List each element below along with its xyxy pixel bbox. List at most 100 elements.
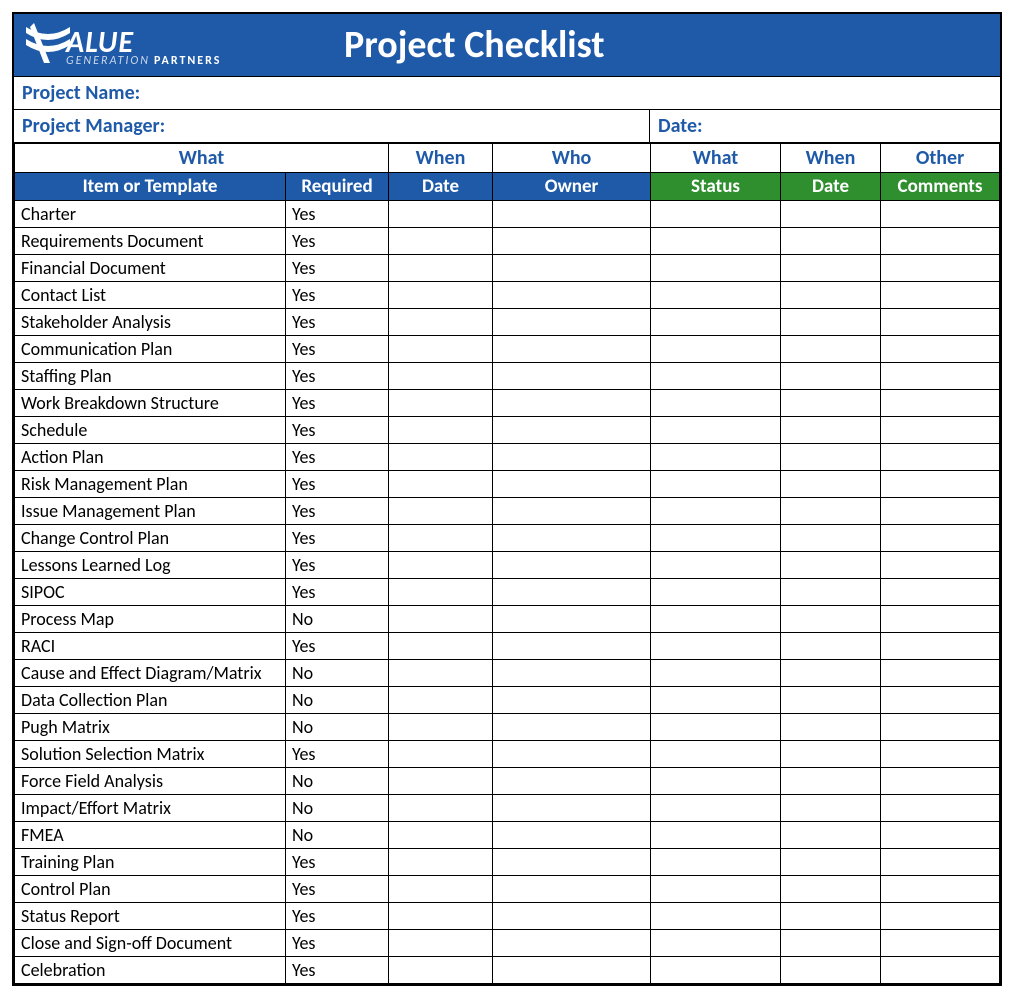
cell-date2 xyxy=(781,498,881,525)
cell-item: Contact List xyxy=(15,282,286,309)
table-row: Requirements DocumentYes xyxy=(15,228,1000,255)
cell-comments xyxy=(881,822,1000,849)
cell-owner xyxy=(493,714,651,741)
cell-required: Yes xyxy=(286,633,389,660)
brand-bottom1: GENERATION xyxy=(66,56,150,67)
cell-date1 xyxy=(389,498,493,525)
group-other: Other xyxy=(881,144,1000,173)
cell-date2 xyxy=(781,525,881,552)
cell-date2 xyxy=(781,282,881,309)
cell-required: Yes xyxy=(286,417,389,444)
cell-date1 xyxy=(389,741,493,768)
table-row: Force Field AnalysisNo xyxy=(15,768,1000,795)
cell-status xyxy=(651,930,781,957)
cell-date1 xyxy=(389,309,493,336)
cell-status xyxy=(651,255,781,282)
table-row: Solution Selection MatrixYes xyxy=(15,741,1000,768)
cell-comments xyxy=(881,498,1000,525)
cell-owner xyxy=(493,552,651,579)
cell-owner xyxy=(493,282,651,309)
cell-status xyxy=(651,822,781,849)
cell-comments xyxy=(881,201,1000,228)
cell-item: Schedule xyxy=(15,417,286,444)
cell-item: Requirements Document xyxy=(15,228,286,255)
cell-owner xyxy=(493,309,651,336)
cell-required: No xyxy=(286,795,389,822)
cell-item: Issue Management Plan xyxy=(15,498,286,525)
cell-date2 xyxy=(781,957,881,984)
cell-item: Communication Plan xyxy=(15,336,286,363)
cell-owner xyxy=(493,957,651,984)
table-row: FMEANo xyxy=(15,822,1000,849)
cell-date1 xyxy=(389,201,493,228)
cell-date2 xyxy=(781,390,881,417)
cell-date2 xyxy=(781,768,881,795)
cell-date1 xyxy=(389,660,493,687)
table-row: CharterYes xyxy=(15,201,1000,228)
cell-owner xyxy=(493,228,651,255)
cell-owner xyxy=(493,633,651,660)
cell-required: Yes xyxy=(286,228,389,255)
brand-bottom2: PARTNERS xyxy=(154,56,222,67)
cell-required: Yes xyxy=(286,282,389,309)
cell-owner xyxy=(493,525,651,552)
table-row: CelebrationYes xyxy=(15,957,1000,984)
cell-status xyxy=(651,444,781,471)
cell-date1 xyxy=(389,930,493,957)
cell-comments xyxy=(881,336,1000,363)
group-when1: When xyxy=(389,144,493,173)
cell-item: Change Control Plan xyxy=(15,525,286,552)
cell-status xyxy=(651,309,781,336)
cell-required: Yes xyxy=(286,471,389,498)
cell-required: Yes xyxy=(286,336,389,363)
group-what2: What xyxy=(651,144,781,173)
cell-status xyxy=(651,471,781,498)
cell-owner xyxy=(493,336,651,363)
project-checklist-sheet: ALUE GENERATION PARTNERS Project Checkli… xyxy=(12,12,1002,986)
cell-comments xyxy=(881,552,1000,579)
table-row: Issue Management PlanYes xyxy=(15,498,1000,525)
cell-owner xyxy=(493,606,651,633)
cell-date2 xyxy=(781,714,881,741)
cell-date1 xyxy=(389,363,493,390)
cell-owner xyxy=(493,417,651,444)
cell-date1 xyxy=(389,903,493,930)
cell-comments xyxy=(881,363,1000,390)
cell-required: No xyxy=(286,660,389,687)
table-row: Risk Management PlanYes xyxy=(15,471,1000,498)
cell-owner xyxy=(493,498,651,525)
table-row: Contact ListYes xyxy=(15,282,1000,309)
cell-date1 xyxy=(389,282,493,309)
table-row: Financial DocumentYes xyxy=(15,255,1000,282)
cell-status xyxy=(651,336,781,363)
project-name-label: Project Name: xyxy=(14,77,1000,109)
cell-date2 xyxy=(781,741,881,768)
cell-required: Yes xyxy=(286,876,389,903)
table-row: Change Control PlanYes xyxy=(15,525,1000,552)
page-title: Project Checklist xyxy=(314,22,1000,68)
cell-status xyxy=(651,687,781,714)
cell-comments xyxy=(881,390,1000,417)
table-row: RACIYes xyxy=(15,633,1000,660)
cell-status xyxy=(651,525,781,552)
swoosh-icon xyxy=(24,23,72,67)
table-row: Cause and Effect Diagram/MatrixNo xyxy=(15,660,1000,687)
cell-status xyxy=(651,201,781,228)
cell-date2 xyxy=(781,930,881,957)
cell-status xyxy=(651,417,781,444)
cell-owner xyxy=(493,471,651,498)
cell-comments xyxy=(881,255,1000,282)
cell-owner xyxy=(493,741,651,768)
cell-comments xyxy=(881,714,1000,741)
col-date2: Date xyxy=(781,173,881,201)
cell-date1 xyxy=(389,714,493,741)
cell-item: Impact/Effort Matrix xyxy=(15,795,286,822)
cell-owner xyxy=(493,363,651,390)
cell-status xyxy=(651,363,781,390)
table-row: Control PlanYes xyxy=(15,876,1000,903)
table-row: Status ReportYes xyxy=(15,903,1000,930)
cell-status xyxy=(651,606,781,633)
cell-date1 xyxy=(389,552,493,579)
cell-required: Yes xyxy=(286,525,389,552)
cell-required: No xyxy=(286,606,389,633)
